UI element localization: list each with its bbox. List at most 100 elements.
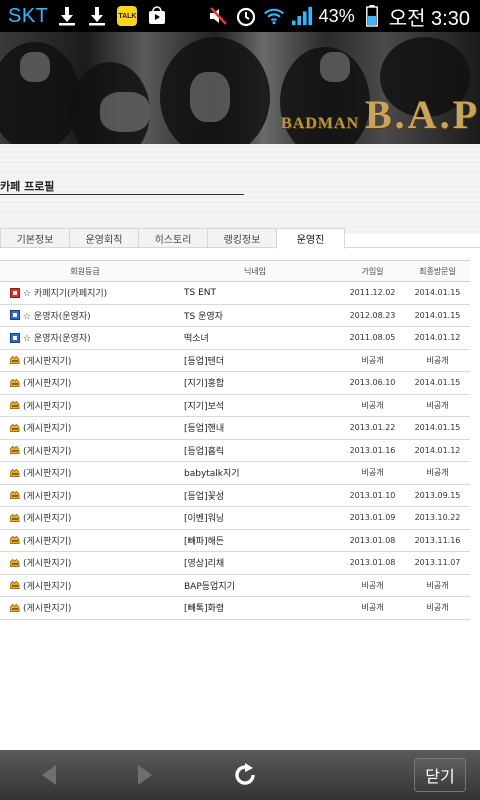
member-last-visit: 2013.09.15 (414, 490, 461, 500)
tab-staff[interactable]: 운영진 (276, 228, 345, 249)
table-body: ☆ 카페지기(카페지기) TS ENT 2011.12.02 2014.01.15 ☆ … (0, 282, 470, 620)
forward-arrow-icon[interactable] (132, 762, 158, 788)
member-joined-date: 2013.01.08 (349, 558, 396, 568)
member-grade-label: (게시판지기) (23, 559, 72, 570)
download-icon (56, 5, 78, 27)
member-nickname[interactable]: TS 운영자 (170, 309, 340, 322)
member-grade: (게시판지기) (0, 579, 170, 592)
staff-table: 회원등급 닉네임 가입일 최종방문일 ☆ 카페지기(카페지기) TS ENT 201… (0, 260, 470, 620)
carrier-label: SKT (8, 4, 49, 27)
banner-brand-name: B.A.P (365, 92, 480, 137)
member-joined-date: 비공개 (361, 580, 384, 590)
member-grade: ☆ 카페지기(카페지기) (0, 286, 170, 299)
close-button[interactable]: 닫기 (414, 758, 466, 792)
member-nickname[interactable]: TS ENT (170, 288, 340, 298)
member-nickname[interactable]: [영상]리채 (170, 556, 340, 569)
table-row: (게시판지기) [지기]홍합 2013.06.10 2014.01.15 (0, 372, 470, 395)
play-store-icon (146, 5, 168, 27)
member-nickname[interactable]: [등업]텐더 (170, 354, 340, 367)
member-nickname[interactable]: [등업]흡릭 (170, 444, 340, 457)
member-grade-label: (게시판지기) (23, 379, 72, 390)
member-joined-date: 2011.08.05 (349, 333, 396, 343)
back-arrow-icon[interactable] (36, 762, 62, 788)
member-nickname[interactable]: [등업]꽃성 (170, 489, 340, 502)
board-keeper-icon (10, 490, 20, 500)
manager-red-icon (10, 287, 20, 298)
refresh-icon[interactable] (230, 760, 260, 790)
table-header: 회원등급 닉네임 가입일 최종방문일 (0, 260, 470, 282)
member-joined-date: 2011.12.02 (349, 288, 396, 298)
bottom-toolbar: 닫기 (0, 750, 480, 800)
tab-basic-info[interactable]: 기본정보 (0, 228, 69, 248)
battery-icon (361, 5, 383, 27)
member-last-visit: 2014.01.15 (414, 423, 461, 433)
member-grade: (게시판지기) (0, 534, 170, 547)
member-grade: (게시판지기) (0, 399, 170, 412)
wifi-icon (263, 5, 285, 27)
member-grade-label: (게시판지기) (23, 604, 72, 615)
status-bar: SKT TALK 43% 오전 3:30 (0, 0, 480, 32)
member-last-visit: 2013.11.07 (414, 558, 461, 568)
tab-ranking[interactable]: 랭킹정보 (207, 228, 276, 248)
header-joined: 가입일 (361, 266, 384, 276)
member-joined-date: 비공개 (361, 355, 384, 365)
member-grade-label: (게시판지기) (23, 581, 72, 592)
header-grade: 회원등급 (70, 266, 100, 276)
download-icon (86, 5, 108, 27)
member-grade: (게시판지기) (0, 466, 170, 479)
member-joined-date: 비공개 (361, 468, 384, 478)
member-joined-date: 2012.08.23 (349, 310, 396, 320)
signal-icon (291, 5, 313, 27)
tab-history[interactable]: 히스토리 (138, 228, 207, 248)
member-grade-label: (게시판지기) (23, 536, 72, 547)
member-nickname[interactable]: [빼톡]화령 (170, 601, 340, 614)
member-last-visit: 2013.10.22 (414, 513, 461, 523)
member-last-visit: 비공개 (426, 355, 449, 365)
member-grade-label: (게시판지기) (23, 356, 72, 367)
member-last-visit: 비공개 (426, 580, 449, 590)
member-last-visit: 2014.01.15 (414, 288, 461, 298)
member-grade: (게시판지기) (0, 421, 170, 434)
member-nickname[interactable]: [이벤]워닝 (170, 511, 340, 524)
member-nickname[interactable]: 떡소녀 (170, 331, 340, 344)
header-nickname: 닉네임 (243, 266, 267, 276)
member-nickname[interactable]: [등업]핸내 (170, 421, 340, 434)
title-underline (0, 194, 244, 195)
profile-content: 카페 프로필 기본정보 운영회칙 히스토리 랭킹정보 운영진 회원등급 닉네임 … (0, 144, 480, 750)
member-last-visit: 비공개 (426, 468, 449, 478)
alarm-icon (235, 5, 257, 27)
member-grade-label: (게시판지기) (23, 491, 72, 502)
member-grade: (게시판지기) (0, 354, 170, 367)
member-joined-date: 2013.01.10 (349, 490, 396, 500)
status-right: 43% 오전 3:30 (207, 2, 480, 31)
member-joined-date: 2013.01.09 (349, 513, 396, 523)
member-joined-date: 2013.01.22 (349, 423, 396, 433)
member-grade: (게시판지기) (0, 376, 170, 389)
tab-rules[interactable]: 운영회칙 (69, 228, 138, 248)
member-grade: (게시판지기) (0, 511, 170, 524)
board-keeper-icon (10, 378, 20, 388)
board-keeper-icon (10, 513, 20, 523)
member-nickname[interactable]: [지기]보석 (170, 399, 340, 412)
member-nickname[interactable]: [빼파]해든 (170, 534, 340, 547)
clock: 오전 3:30 (388, 7, 470, 30)
table-row: (게시판지기) [등업]텐더 비공개 비공개 (0, 350, 470, 372)
member-grade-label: ☆ 운영자(운영자) (23, 334, 91, 345)
member-grade: ☆ 운영자(운영자) (0, 331, 170, 344)
board-keeper-icon (10, 423, 20, 433)
board-keeper-icon (10, 603, 20, 613)
banner-brand-small: BADMAN (281, 115, 359, 132)
member-nickname[interactable]: BAP등업지기 (170, 579, 340, 592)
kakaotalk-icon: TALK (116, 5, 138, 27)
table-row: (게시판지기) [등업]꽃성 2013.01.10 2013.09.15 (0, 485, 470, 507)
banner-brand: BADMAN B.A.P (281, 91, 480, 138)
member-grade: ☆ 운영자(운영자) (0, 309, 170, 322)
table-row: (게시판지기) [이벤]워닝 2013.01.09 2013.10.22 (0, 507, 470, 530)
member-grade-label: (게시판지기) (23, 424, 72, 435)
member-nickname[interactable]: babytalk지기 (170, 466, 340, 479)
battery-percent: 43% (318, 5, 355, 26)
member-nickname[interactable]: [지기]홍합 (170, 376, 340, 389)
table-row: (게시판지기) [빼파]해든 2013.01.08 2013.11.16 (0, 530, 470, 552)
board-keeper-icon (10, 580, 20, 590)
kakaotalk-label: TALK (117, 6, 138, 26)
